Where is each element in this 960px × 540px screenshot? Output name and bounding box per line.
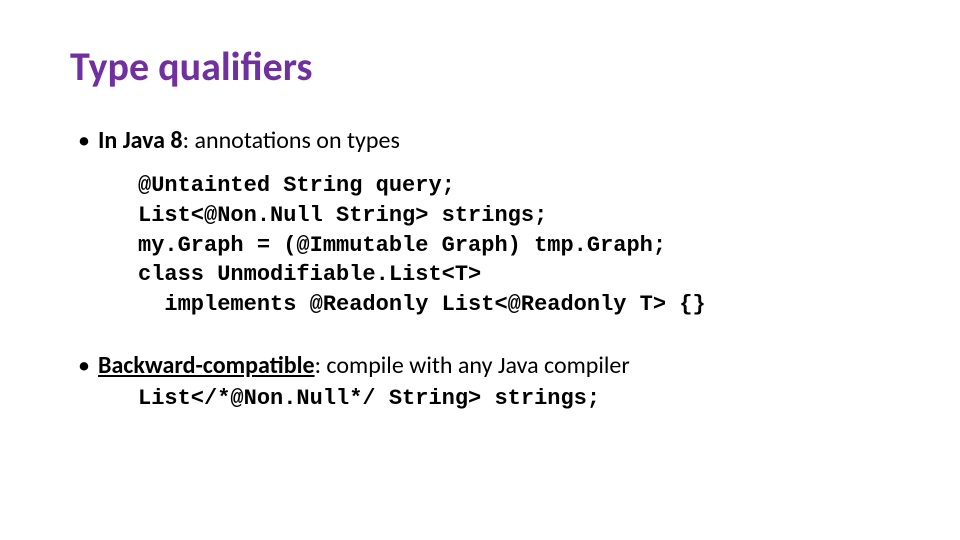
- code-line-1: @Untainted String query;: [138, 173, 455, 198]
- code-block-annotations: @Untainted String query; List<@Non.Null …: [138, 171, 890, 319]
- code-line-2: List<@Non.Null String> strings;: [138, 203, 547, 228]
- bullet-java8-rest: : annotations on types: [183, 126, 400, 155]
- slide-title: Type qualifiers: [70, 42, 890, 91]
- code-backward: List</*@Non.Null*/ String> strings;: [138, 384, 890, 414]
- bullet-backward-lead: Backward-compatible: [98, 351, 315, 380]
- bullet-backward: Backward-compatible: compile with any Ja…: [78, 350, 890, 414]
- bullet-list: In Java 8: annotations on types @Untaint…: [70, 125, 890, 414]
- bullet-java8-lead: In Java 8: [98, 126, 183, 155]
- code-line-4: class Unmodifiable.List<T>: [138, 262, 481, 287]
- code-line-3: my.Graph = (@Immutable Graph) tmp.Graph;: [138, 233, 666, 258]
- code-line-5: implements @Readonly List<@Readonly T> {…: [138, 292, 706, 317]
- slide: Type qualifiers In Java 8: annotations o…: [0, 0, 960, 464]
- bullet-java8: In Java 8: annotations on types @Untaint…: [78, 125, 890, 320]
- bullet-backward-rest: : compile with any Java compiler: [315, 351, 630, 380]
